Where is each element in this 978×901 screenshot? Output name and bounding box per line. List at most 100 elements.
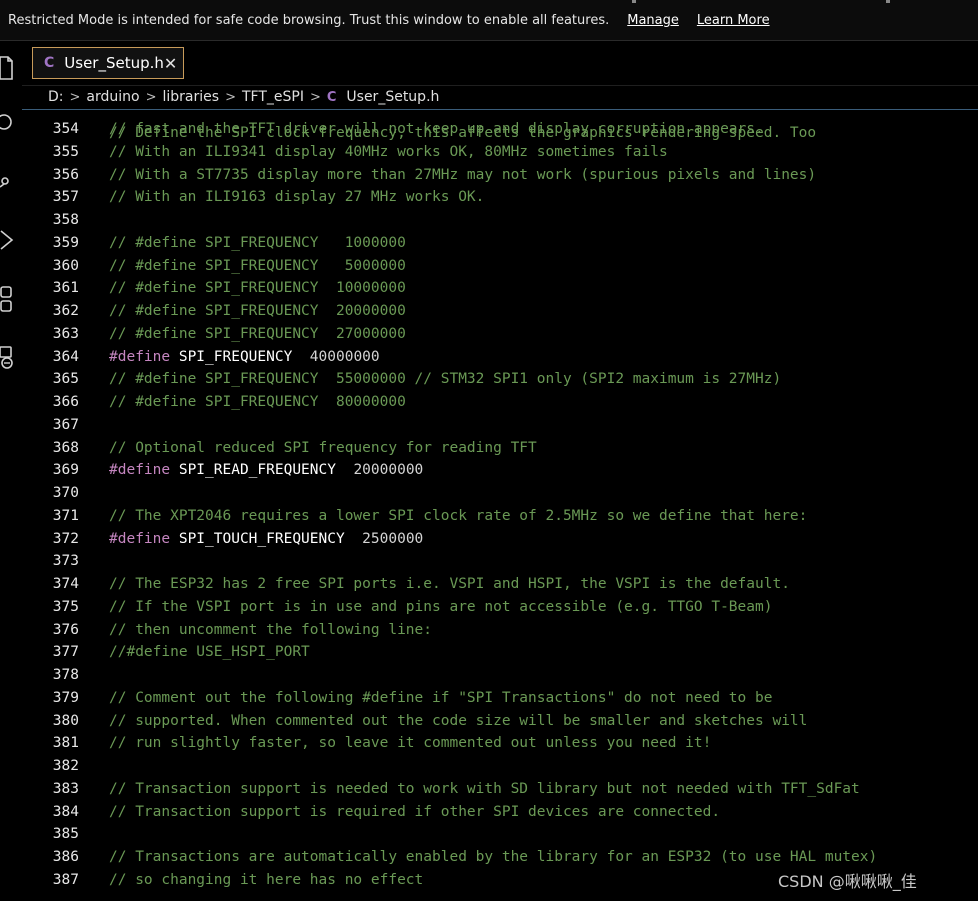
banner-marker bbox=[632, 0, 636, 3]
restricted-mode-banner: Restricted Mode is intended for safe cod… bbox=[0, 0, 978, 41]
code-line[interactable]: 370 bbox=[22, 482, 978, 505]
code-line[interactable]: 380 // supported. When commented out the … bbox=[22, 710, 978, 733]
code-line[interactable]: 375 // If the VSPI port is in use and pin… bbox=[22, 596, 978, 619]
code-comment: // The XPT2046 requires a lower SPI cloc… bbox=[109, 507, 808, 524]
line-number: 362 bbox=[52, 303, 79, 319]
line-number: 375 bbox=[52, 598, 79, 615]
breadcrumb-arduino[interactable]: arduino bbox=[86, 89, 139, 105]
line-number: 357 bbox=[52, 189, 79, 206]
code-line[interactable]: 382 bbox=[22, 755, 978, 778]
line-number: 358 bbox=[52, 212, 79, 228]
code-line[interactable]: 360 // #define SPI_FREQUENCY 5000000 bbox=[22, 255, 978, 278]
c-file-icon: C bbox=[44, 55, 55, 71]
chevron-right-icon: > bbox=[309, 89, 321, 105]
run-debug-icon[interactable] bbox=[0, 229, 16, 250]
code-line[interactable]: 386 // Transactions are automatically ena… bbox=[22, 846, 978, 869]
line-number: 385 bbox=[52, 826, 79, 843]
code-comment: // #define SPI_FREQUENCY 10000000 bbox=[109, 280, 406, 297]
code-line[interactable]: 371 // The XPT2046 requires a lower SPI c… bbox=[22, 505, 978, 528]
code-comment: // Transactions are automatically enable… bbox=[109, 849, 878, 865]
code-line[interactable]: 373 bbox=[22, 550, 978, 573]
code-line[interactable]: 384 // Transaction support is required if… bbox=[22, 801, 978, 824]
code-line[interactable]: 385 bbox=[22, 823, 978, 846]
line-number: 379 bbox=[52, 689, 79, 706]
code-comment: // Transaction support is needed to work… bbox=[109, 780, 860, 797]
code-editor[interactable]: // Define the SPI clock frequency, this … bbox=[22, 110, 978, 901]
code-line[interactable]: 355 // With an ILI9341 display 40MHz work… bbox=[22, 141, 978, 164]
breadcrumb-tft-espi[interactable]: TFT_eSPI bbox=[242, 89, 304, 105]
code-line[interactable]: 366 // #define SPI_FREQUENCY 80000000 bbox=[22, 391, 978, 414]
chevron-right-icon: > bbox=[145, 89, 157, 105]
line-number: 378 bbox=[52, 667, 79, 683]
remote-explorer-icon[interactable] bbox=[0, 345, 16, 369]
line-number: 363 bbox=[52, 325, 79, 342]
line-number: 380 bbox=[52, 712, 79, 729]
code-comment: // then uncomment the following line: bbox=[109, 621, 433, 638]
code-line[interactable]: 367 bbox=[22, 414, 978, 437]
code-line[interactable]: 359 // #define SPI_FREQUENCY 1000000 bbox=[22, 232, 978, 255]
line-number: 381 bbox=[52, 735, 79, 752]
line-number: 386 bbox=[52, 849, 79, 865]
code-define: #define SPI_FREQUENCY 40000000 bbox=[109, 346, 380, 369]
code-comment: // #define SPI_FREQUENCY 80000000 bbox=[109, 394, 406, 410]
line-number: 374 bbox=[52, 576, 79, 592]
code-line[interactable]: 376 // then uncomment the following line: bbox=[22, 619, 978, 642]
line-number: 365 bbox=[52, 371, 79, 388]
code-line[interactable]: 356 // With a ST7735 display more than 27… bbox=[22, 164, 978, 187]
line-number: 384 bbox=[52, 803, 79, 820]
code-line[interactable]: 362 // #define SPI_FREQUENCY 20000000 bbox=[22, 300, 978, 323]
code-line[interactable]: 377 //#define USE_HSPI_PORT bbox=[22, 641, 978, 664]
code-comment: // Transaction support is required if ot… bbox=[109, 803, 721, 820]
manage-link[interactable]: Manage bbox=[627, 13, 679, 28]
code-comment: // so changing it here has no effect bbox=[109, 871, 424, 888]
code-line[interactable]: 358 bbox=[22, 209, 978, 232]
code-line[interactable]: 369 #define SPI_READ_FREQUENCY 20000000 bbox=[22, 459, 978, 482]
code-comment: // With an ILI9341 display 40MHz works O… bbox=[109, 143, 668, 160]
code-line[interactable]: 363 // #define SPI_FREQUENCY 27000000 bbox=[22, 323, 978, 346]
macro-name: SPI_TOUCH_FREQUENCY bbox=[178, 530, 345, 547]
line-number: 354 bbox=[52, 121, 79, 137]
code-line[interactable]: 368 // Optional reduced SPI frequency for… bbox=[22, 437, 978, 460]
code-line[interactable]: 361 // #define SPI_FREQUENCY 10000000 bbox=[22, 277, 978, 300]
watermark: CSDN @啾啾啾_佳 bbox=[778, 872, 917, 891]
code-line[interactable]: 378 bbox=[22, 664, 978, 687]
line-number: 371 bbox=[52, 507, 79, 524]
breadcrumb-drive[interactable]: D: bbox=[48, 89, 64, 105]
code-comment: // supported. When commented out the cod… bbox=[109, 712, 808, 729]
extensions-icon[interactable] bbox=[0, 285, 16, 312]
learn-more-link[interactable]: Learn More bbox=[697, 13, 770, 28]
line-number: 387 bbox=[52, 871, 79, 888]
source-control-icon[interactable] bbox=[0, 173, 16, 193]
code-line[interactable]: 364 #define SPI_FREQUENCY 40000000 bbox=[22, 346, 978, 369]
line-number: 356 bbox=[52, 166, 79, 183]
chevron-right-icon: > bbox=[225, 89, 236, 105]
code-line[interactable]: 383 // Transaction support is needed to w… bbox=[22, 778, 978, 801]
code-line[interactable]: 365 // #define SPI_FREQUENCY 55000000 // … bbox=[22, 368, 978, 391]
macro-value: 20000000 bbox=[335, 462, 424, 479]
line-number: 368 bbox=[52, 439, 79, 456]
define-keyword: #define bbox=[109, 348, 171, 365]
macro-value: 40000000 bbox=[292, 348, 380, 365]
code-comment: // #define SPI_FREQUENCY 55000000 // STM… bbox=[109, 371, 782, 388]
code-line[interactable]: 381 // run slightly faster, so leave it c… bbox=[22, 732, 978, 755]
code-comment: // Optional reduced SPI frequency for re… bbox=[109, 439, 537, 456]
explorer-icon[interactable] bbox=[0, 55, 16, 80]
breadcrumb-file[interactable]: User_Setup.h bbox=[346, 89, 439, 105]
code-line[interactable]: 379 // Comment out the following #define … bbox=[22, 687, 978, 710]
close-icon[interactable]: ✕ bbox=[164, 54, 177, 73]
chevron-right-icon: > bbox=[69, 89, 81, 105]
line-number: 369 bbox=[52, 462, 79, 479]
tab-user-setup-h[interactable]: C User_Setup.h ✕ bbox=[32, 47, 184, 79]
code-line[interactable]: 374 // The ESP32 has 2 free SPI ports i.e… bbox=[22, 573, 978, 596]
macro-name: SPI_FREQUENCY bbox=[178, 348, 293, 365]
code-line[interactable]: 354 // fast and the TFT driver will not k… bbox=[22, 118, 978, 141]
restricted-mode-message: Restricted Mode is intended for safe cod… bbox=[8, 12, 610, 28]
c-file-icon: C bbox=[326, 89, 337, 105]
search-icon[interactable] bbox=[0, 113, 16, 133]
code-line[interactable]: 372 #define SPI_TOUCH_FREQUENCY 2500000 bbox=[22, 528, 978, 551]
macro-name: SPI_READ_FREQUENCY bbox=[178, 462, 336, 479]
breadcrumb-libraries[interactable]: libraries bbox=[163, 89, 220, 105]
code-line[interactable]: 357 // With an ILI9163 display 27 MHz wor… bbox=[22, 186, 978, 209]
line-number: 355 bbox=[52, 143, 79, 160]
code-comment: // run slightly faster, so leave it comm… bbox=[109, 735, 712, 752]
